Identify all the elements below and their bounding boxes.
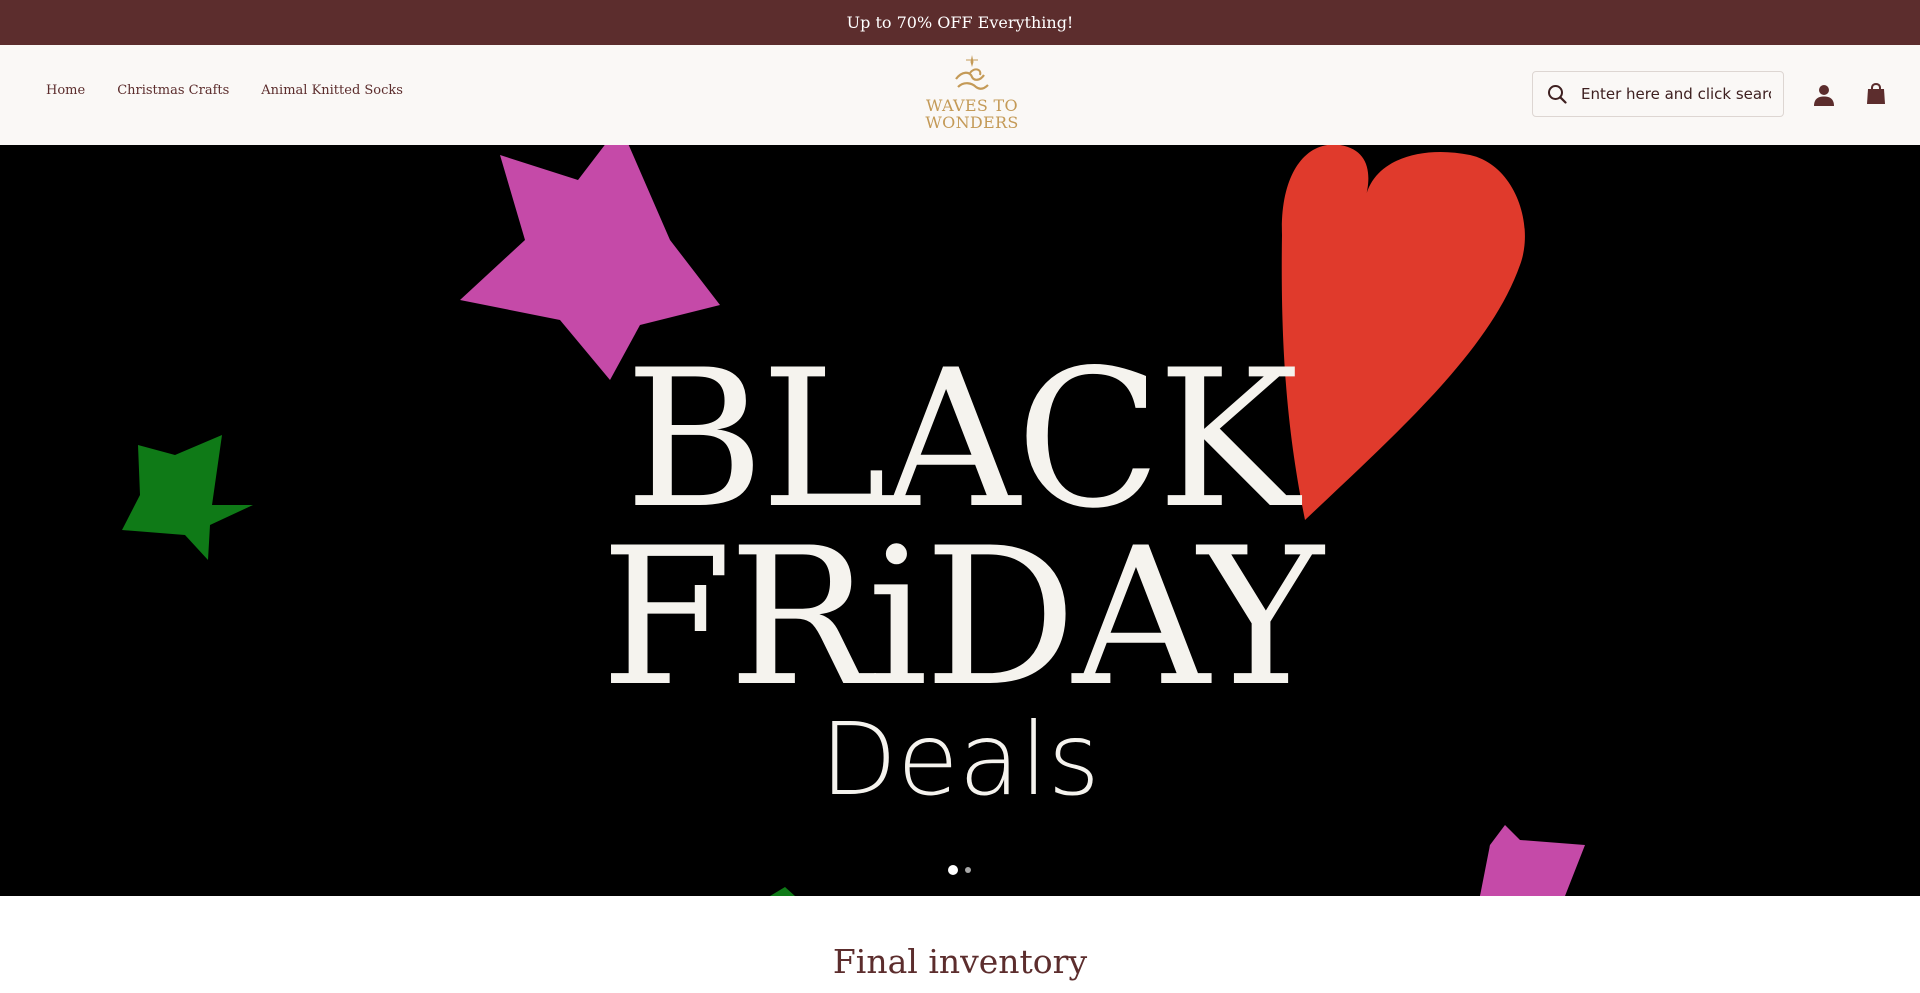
shopping-bag-icon[interactable]: [1866, 83, 1886, 105]
main-nav: Home Christmas Crafts Animal Knitted Soc…: [46, 83, 403, 98]
slider-dots: [948, 865, 971, 875]
site-logo[interactable]: WAVES TO WONDERS: [922, 53, 1022, 139]
hero-title-line-2: FRiDAY: [600, 507, 1324, 728]
logo-wave-icon: [955, 55, 989, 90]
logo-line-1: WAVES TO: [926, 96, 1018, 115]
announcement-bar: Up to 70% OFF Everything!: [0, 0, 1920, 45]
nav-item-animal-knitted-socks[interactable]: Animal Knitted Socks: [261, 83, 403, 98]
slider-dot-1[interactable]: [948, 865, 958, 875]
pink-star-bottom-shape: [1480, 825, 1585, 896]
green-star-bottom-shape: [770, 887, 795, 896]
logo-text: WAVES TO WONDERS: [925, 97, 1018, 131]
nav-item-home[interactable]: Home: [46, 83, 85, 98]
search-icon[interactable]: [1547, 84, 1567, 104]
nav-item-christmas-crafts[interactable]: Christmas Crafts: [117, 83, 229, 98]
site-header: Home Christmas Crafts Animal Knitted Soc…: [0, 45, 1920, 145]
search-input[interactable]: [1581, 85, 1771, 103]
logo-line-2: WONDERS: [925, 113, 1019, 132]
slider-dot-2[interactable]: [965, 867, 971, 873]
search-box[interactable]: [1532, 71, 1784, 117]
hero-banner[interactable]: BLACK FRiDAY Deals: [0, 145, 1920, 896]
announcement-text: Up to 70% OFF Everything!: [846, 13, 1074, 32]
hero-title-line-3: Deals: [820, 701, 1100, 818]
section-title: Final inventory: [832, 942, 1088, 981]
user-icon[interactable]: [1813, 84, 1835, 106]
